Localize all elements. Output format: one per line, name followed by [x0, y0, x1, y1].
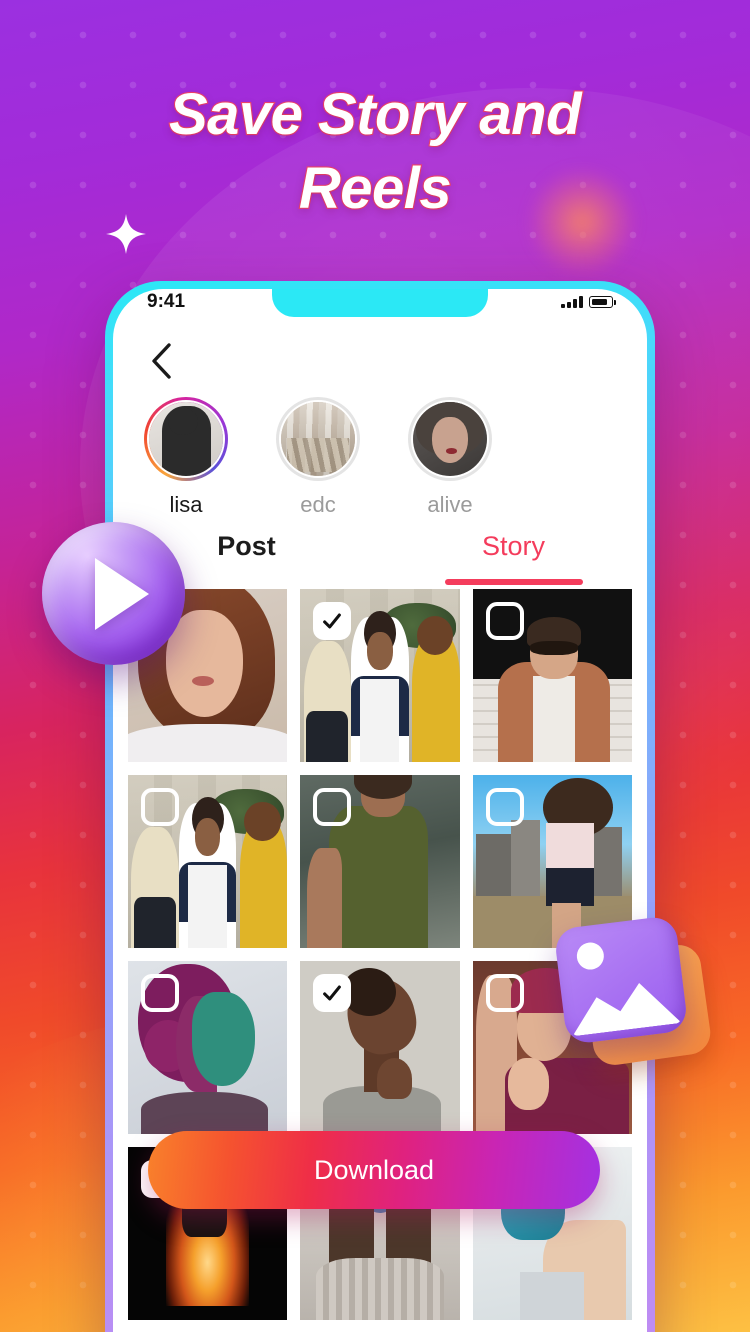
media-cell[interactable] — [128, 775, 288, 948]
back-button[interactable] — [141, 341, 181, 381]
download-button[interactable]: Download — [148, 1131, 600, 1209]
media-checkbox-unchecked[interactable] — [141, 974, 179, 1012]
status-bar-time: 9:41 — [147, 291, 186, 312]
avatar-image-lisa — [149, 402, 223, 476]
story-ring — [276, 397, 360, 481]
media-cell[interactable] — [128, 961, 288, 1134]
nav-bar — [113, 333, 647, 389]
story-item-edc[interactable]: edc — [273, 397, 363, 518]
story-item-lisa[interactable]: lisa — [141, 397, 231, 518]
play-button-icon — [42, 522, 185, 665]
gallery-card-front — [553, 914, 689, 1046]
media-cell[interactable] — [472, 589, 632, 762]
check-icon — [323, 985, 342, 1001]
avatar — [411, 400, 489, 478]
avatar-image-alive — [413, 402, 487, 476]
avatar — [147, 400, 225, 478]
story-item-alive[interactable]: alive — [405, 397, 495, 518]
story-name: lisa — [169, 492, 203, 517]
media-checkbox-checked[interactable] — [313, 974, 352, 1012]
play-triangle — [94, 557, 149, 630]
media-cell[interactable] — [300, 961, 460, 1134]
media-checkbox-unchecked[interactable] — [141, 788, 179, 826]
media-checkbox-unchecked[interactable] — [485, 602, 524, 640]
tab-story[interactable]: Story — [380, 527, 647, 589]
media-checkbox-unchecked[interactable] — [313, 788, 352, 826]
headline-line-1: Save Story and — [168, 81, 583, 148]
avatar-image-edc — [281, 402, 355, 476]
media-cell[interactable] — [300, 589, 460, 762]
media-cell[interactable] — [300, 775, 460, 948]
gallery-sun-shape — [575, 941, 606, 972]
media-checkbox-checked[interactable] — [313, 602, 352, 640]
signal-icon — [561, 296, 583, 308]
check-icon — [323, 613, 342, 629]
story-name: edc — [300, 492, 336, 517]
page-title: Save Story and Reels — [0, 78, 750, 226]
stories-row: lisa edc alive — [113, 397, 647, 518]
image-gallery-icon — [553, 914, 714, 1068]
media-checkbox-unchecked[interactable] — [485, 974, 524, 1012]
media-checkbox-unchecked[interactable] — [485, 788, 524, 826]
phone-notch — [272, 289, 488, 317]
status-bar-indicators — [561, 296, 617, 308]
story-ring — [144, 397, 228, 481]
tab-bar: Post Story — [113, 527, 647, 589]
story-name: alive — [427, 492, 473, 517]
story-ring — [408, 397, 492, 481]
avatar — [279, 400, 357, 478]
gallery-mountain-shape — [566, 967, 682, 1036]
chevron-left-icon — [152, 343, 171, 379]
sparkle-icon — [106, 214, 146, 254]
battery-icon — [589, 296, 617, 308]
